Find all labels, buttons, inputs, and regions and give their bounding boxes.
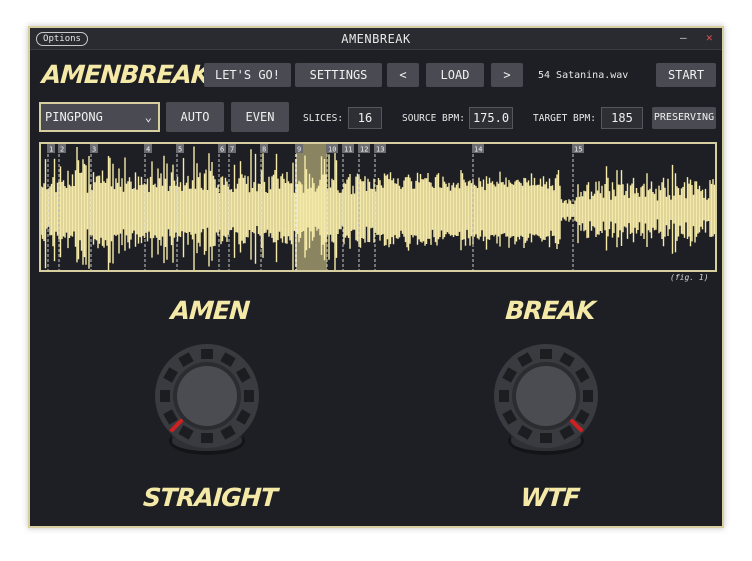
slice-marker-label: 2 [60,146,64,154]
settings-button[interactable]: SETTINGS [295,63,382,87]
slice-marker-label: 7 [230,146,234,154]
slice-marker-label: 1 [49,146,53,154]
figure-caption: (fig. 1) [670,273,709,282]
source-bpm-label: SOURCE BPM: [402,113,465,124]
slice-marker-label: 6 [220,146,224,154]
target-bpm-label: TARGET BPM: [533,113,596,124]
slices-input[interactable]: 16 [348,107,382,129]
slice-marker-label: 4 [146,146,150,154]
minimize-icon[interactable]: — [680,31,687,44]
waveform-display[interactable]: 1 2 3 4 5 6 7 8 9 10 11 12 13 14 15 [39,142,717,272]
title-bar: Options AMENBREAK — ✕ [30,28,722,50]
preserving-button[interactable]: PRESERVING [652,107,716,129]
slice-marker-label: 3 [92,146,96,154]
lets-go-button[interactable]: LET'S GO! [204,63,291,87]
straight-label: STRAIGHT [142,483,278,512]
slice-marker-label: 8 [262,146,266,154]
slice-marker-label: 5 [178,146,182,154]
source-bpm-input[interactable]: 175.0 [469,107,513,129]
app-window: Options AMENBREAK — ✕ AMENBREAK LET'S GO… [28,26,724,528]
mode-value: PINGPONG [45,110,103,124]
previous-button[interactable]: < [387,63,419,87]
file-name: 54 Satanina.wav [538,70,629,81]
load-button[interactable]: LOAD [426,63,484,87]
close-icon[interactable]: ✕ [706,31,713,44]
break-label: BREAK [504,296,596,325]
slice-marker-label: 13 [376,146,384,154]
slice-marker-label: 9 [297,146,301,154]
target-bpm-input[interactable]: 185 [601,107,643,129]
start-button[interactable]: START [656,63,716,87]
slice-marker-label: 12 [360,146,368,154]
next-button[interactable]: > [491,63,523,87]
window-title: AMENBREAK [341,32,411,46]
chevron-down-icon: ⌄ [144,110,152,124]
slice-marker-label: 11 [344,146,352,154]
waveform-path [41,144,715,270]
amen-label: AMEN [169,296,251,325]
app-logo: AMENBREAK [40,60,211,89]
wtf-label: WTF [519,483,581,512]
auto-button[interactable]: AUTO [166,102,224,132]
slice-marker-label: 14 [474,146,482,154]
slice-marker-label: 15 [574,146,582,154]
mode-dropdown[interactable]: PINGPONG ⌄ [39,102,160,132]
slices-label: SLICES: [303,113,344,124]
amen-knob[interactable] [152,341,262,461]
slice-marker-label: 10 [328,146,336,154]
break-knob[interactable] [491,341,601,461]
waveform-graph: 1 2 3 4 5 6 7 8 9 10 11 12 13 14 15 [41,144,715,270]
even-button[interactable]: EVEN [231,102,289,132]
